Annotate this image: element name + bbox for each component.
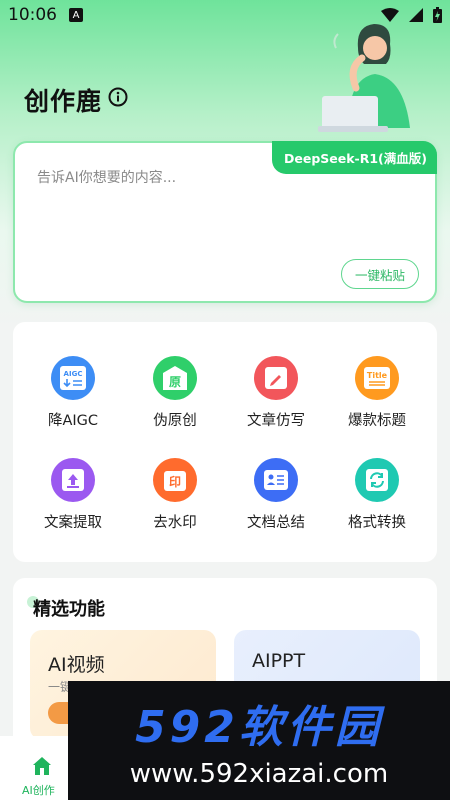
model-badge[interactable]: DeepSeek-R1(满血版)	[272, 141, 437, 174]
prompt-input-card[interactable]: DeepSeek-R1(满血版) 告诉AI你想要的内容... 一键粘贴	[13, 141, 437, 303]
tool-format-convert[interactable]: 格式转换	[327, 458, 427, 532]
header-illustration	[318, 24, 410, 132]
tool-label: 降AIGC	[47, 413, 99, 429]
doc-summary-icon	[254, 458, 298, 502]
status-time: 10:06	[8, 5, 57, 25]
tool-label: 伪原创	[153, 413, 197, 429]
tool-label: 文章仿写	[247, 413, 305, 429]
upload-icon	[51, 458, 95, 502]
tool-hot-title[interactable]: Title 爆款标题	[327, 356, 427, 430]
convert-icon	[355, 458, 399, 502]
paste-button[interactable]: 一键粘贴	[341, 259, 419, 289]
app-title: 创作鹿	[24, 87, 103, 116]
stamp-icon: 印	[153, 458, 197, 502]
svg-text:AIGC: AIGC	[64, 370, 83, 378]
tool-label: 格式转换	[348, 515, 406, 531]
tab-label: AI创作	[22, 784, 55, 797]
tool-label: 文档总结	[247, 515, 305, 531]
tool-label: 爆款标题	[348, 413, 406, 429]
battery-icon	[433, 7, 442, 23]
tool-doc-summary[interactable]: 文档总结	[226, 458, 326, 532]
tool-label: 文案提取	[44, 515, 102, 531]
original-icon: 原	[153, 356, 197, 400]
svg-text:印: 印	[169, 475, 181, 489]
svg-text:Title: Title	[367, 371, 388, 380]
feature-name: AI视频	[48, 654, 105, 676]
tool-pseudo-original[interactable]: 原 伪原创	[125, 356, 225, 430]
prompt-input[interactable]: 告诉AI你想要的内容...	[37, 167, 176, 187]
watermark-url: www.592xiazai.com	[129, 759, 389, 789]
pen-icon	[254, 356, 298, 400]
tool-label: 去水印	[153, 515, 197, 531]
tools-grid: AIGC 降AIGC 原 伪原创 文章仿写 Title 爆款标题 文案提取 印 …	[13, 322, 437, 562]
title-icon: Title	[355, 356, 399, 400]
notification-icon: A	[69, 8, 83, 22]
info-icon[interactable]	[108, 87, 128, 107]
svg-text:原: 原	[169, 375, 181, 389]
watermark-brand: 592软件园	[135, 702, 383, 753]
tab-ai-create[interactable]: AI创作	[0, 736, 68, 800]
feature-name: AIPPT	[252, 650, 306, 672]
home-icon	[33, 757, 51, 775]
tool-copy-extract[interactable]: 文案提取	[23, 458, 123, 532]
watermark-overlay: 592软件园 www.592xiazai.com	[68, 681, 450, 800]
tool-reduce-aigc[interactable]: AIGC 降AIGC	[23, 356, 123, 430]
aigc-icon: AIGC	[51, 356, 95, 400]
tool-article-rewrite[interactable]: 文章仿写	[226, 356, 326, 430]
featured-title: 精选功能	[33, 599, 105, 620]
tool-remove-watermark[interactable]: 印 去水印	[125, 458, 225, 532]
